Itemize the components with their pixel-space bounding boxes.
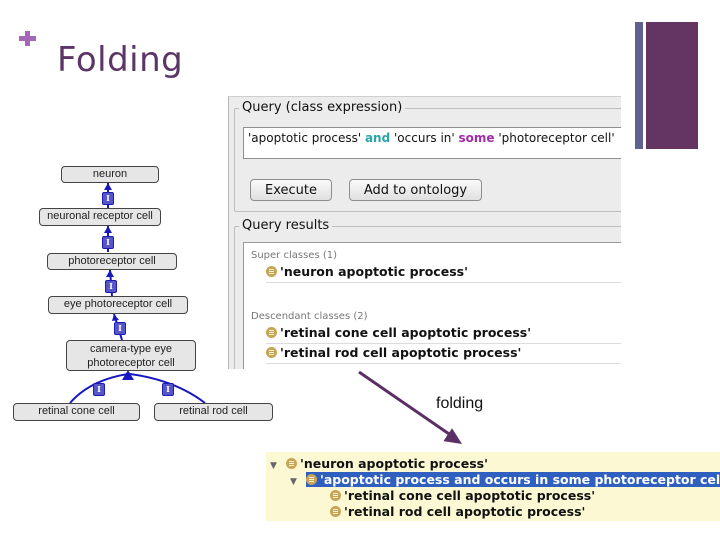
node-neuronal-receptor-cell[interactable]: neuronal receptor cell <box>39 208 161 226</box>
tree-row-label: 'neuron apoptotic process' <box>300 456 488 471</box>
arrowhead <box>104 183 112 190</box>
expand-triangle-icon[interactable]: ▼ <box>270 458 286 474</box>
class-icon <box>286 458 297 469</box>
node-retinal-rod-cell[interactable]: retinal rod cell <box>154 403 273 421</box>
selected-highlight: 'apoptotic process and occurs in some ph… <box>306 472 720 487</box>
is-a-badge: I <box>114 322 126 335</box>
tree-row[interactable]: ▼ 'neuron apoptotic process' <box>270 456 488 472</box>
node-label-line-2: photoreceptor cell <box>87 357 175 369</box>
folded-class-tree: ▼ 'neuron apoptotic process' ▼ 'apoptotic … <box>266 452 720 521</box>
tree-row-selected[interactable]: ▼ 'apoptotic process and occurs in some p… <box>290 472 720 488</box>
arrowhead <box>106 270 114 277</box>
class-icon <box>306 474 317 485</box>
tree-row[interactable]: 'retinal cone cell apoptotic process' <box>330 488 595 504</box>
node-retinal-cone-cell[interactable]: retinal cone cell <box>13 403 140 421</box>
is-a-badge: I <box>102 192 114 205</box>
node-eye-photoreceptor-cell[interactable]: eye photoreceptor cell <box>48 296 188 314</box>
tree-row-label: 'apoptotic process and occurs in some ph… <box>320 472 720 487</box>
tree-row-label: 'retinal rod cell apoptotic process' <box>344 504 586 519</box>
folding-label: folding <box>436 395 484 412</box>
is-a-badge: I <box>93 383 105 396</box>
node-label-line-1: camera-type eye <box>90 343 172 355</box>
arrowhead <box>112 314 119 321</box>
tree-row-label: 'retinal cone cell apoptotic process' <box>344 488 596 503</box>
node-camera-type-eye-photoreceptor-cell[interactable]: camera-type eye photoreceptor cell <box>66 340 196 371</box>
expand-triangle-icon[interactable]: ▼ <box>290 474 306 490</box>
is-a-badge: I <box>162 383 174 396</box>
node-neuron[interactable]: neuron <box>61 166 159 183</box>
class-icon <box>330 506 341 517</box>
is-a-badge: I <box>105 280 117 293</box>
is-a-badge: I <box>102 236 114 249</box>
node-photoreceptor-cell[interactable]: photoreceptor cell <box>47 253 177 270</box>
arrowhead <box>104 226 112 233</box>
tree-row[interactable]: 'retinal rod cell apoptotic process' <box>330 504 585 520</box>
class-icon <box>330 490 341 501</box>
